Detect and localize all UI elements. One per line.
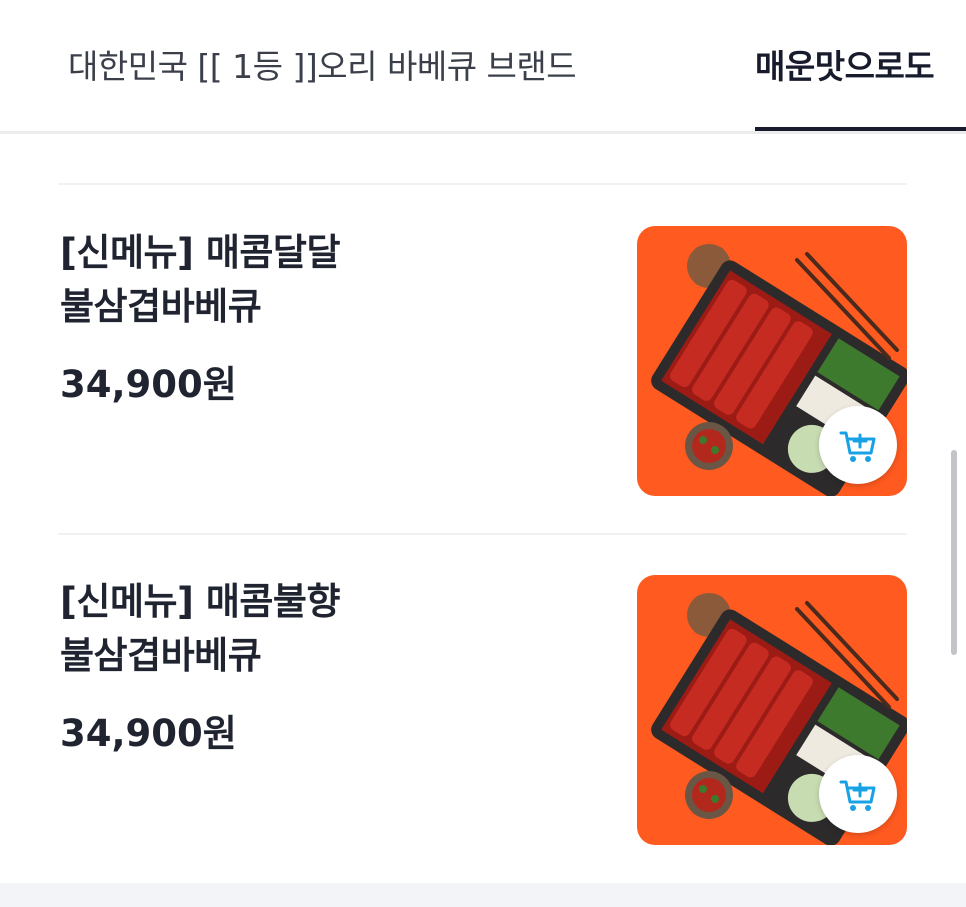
tab-category-brand[interactable]: 대한민국 [[ 1등 ]]오리 바베큐 브랜드 bbox=[68, 40, 577, 88]
menu-item-price: 34,900원 bbox=[60, 363, 237, 406]
menu-item-price: 34,900원 bbox=[60, 712, 237, 755]
list-divider bbox=[58, 533, 907, 535]
menu-item[interactable]: [신메뉴] 매콤불향 불삼겹바베큐 34,900원 bbox=[0, 575, 966, 885]
add-to-cart-button[interactable] bbox=[819, 755, 897, 833]
menu-item-name: [신메뉴] 매콤불향 불삼겹바베큐 bbox=[60, 575, 480, 683]
menu-item-name: [신메뉴] 매콤달달 불삼겹바베큐 bbox=[60, 226, 480, 334]
menu-item-name-line: 불삼겹바베큐 bbox=[60, 634, 262, 677]
cart-plus-icon bbox=[839, 431, 876, 462]
list-divider bbox=[58, 183, 907, 185]
cart-plus-icon bbox=[839, 780, 876, 811]
category-tab-bar: 대한민국 [[ 1등 ]]오리 바베큐 브랜드 매운맛으로도 bbox=[0, 0, 966, 134]
menu-item-thumbnail[interactable] bbox=[637, 575, 907, 845]
scrollbar-thumb[interactable] bbox=[951, 450, 957, 655]
menu-item-name-line: [신메뉴] 매콤달달 bbox=[60, 231, 340, 274]
menu-item[interactable]: [신메뉴] 매콤달달 불삼겹바베큐 34,900원 bbox=[0, 226, 966, 536]
menu-item-name-line: 불삼겹바베큐 bbox=[60, 285, 262, 328]
add-to-cart-button[interactable] bbox=[819, 406, 897, 484]
menu-item-name-line: [신메뉴] 매콤불향 bbox=[60, 580, 340, 623]
footer-strip bbox=[0, 883, 966, 907]
active-tab-indicator bbox=[755, 127, 966, 131]
tab-category-spicy[interactable]: 매운맛으로도 bbox=[755, 40, 935, 88]
menu-item-thumbnail[interactable] bbox=[637, 226, 907, 496]
